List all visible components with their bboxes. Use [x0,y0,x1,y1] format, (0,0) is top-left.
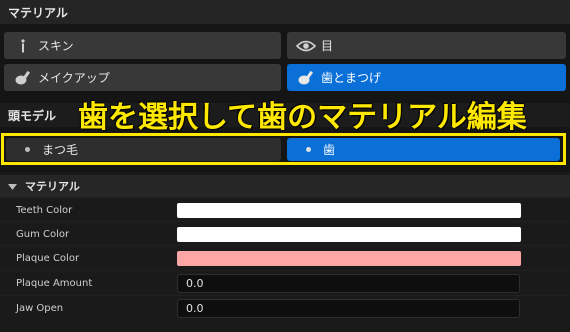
eye-button[interactable]: 目 [287,32,566,59]
teeth-eyelashes-button-label: 歯とまつげ [321,71,382,85]
brush-icon [295,69,317,87]
head-model-title: 頭モデル [8,108,57,123]
makeup-button-label: メイクアップ [38,71,110,85]
eye-button-label: 目 [321,39,334,53]
makeup-button[interactable]: メイクアップ [4,64,281,91]
teeth-eyelashes-button[interactable]: 歯とまつげ [287,64,566,91]
gum-color-swatch[interactable] [177,226,521,242]
skin-button-label: スキン [38,39,74,53]
property-row-jaw-open: Jaw Open 0.0 [0,295,570,320]
plaque-color-swatch[interactable] [177,250,521,266]
property-label: Plaque Amount [16,277,93,289]
jaw-open-input[interactable]: 0.0 [177,298,520,318]
figure-icon [12,38,34,53]
eye-icon [295,40,317,52]
collapse-arrow-icon [8,180,17,193]
property-label: Jaw Open [16,302,64,314]
teeth-color-swatch[interactable] [177,202,521,218]
property-row-plaque-color: Plaque Color [0,245,570,270]
property-row-plaque-amount: Plaque Amount 0.0 [0,270,570,295]
details-category-title: マテリアル [25,180,80,193]
brush-icon [12,69,34,87]
property-label: Plaque Color [16,252,80,264]
skin-button[interactable]: スキン [4,32,281,59]
annotation-heading: 歯を選択して歯のマテリアル編集 [78,100,527,135]
property-label: Gum Color [16,228,70,240]
property-label: Teeth Color [16,204,73,216]
annotation-highlight-box [1,133,566,165]
details-category-header[interactable]: マテリアル [0,175,570,197]
material-section-title: マテリアル [8,5,68,20]
property-row-teeth-color: Teeth Color [0,197,570,222]
material-section-header: マテリアル [0,0,570,24]
property-row-gum-color: Gum Color [0,221,570,246]
plaque-amount-input[interactable]: 0.0 [177,273,520,293]
